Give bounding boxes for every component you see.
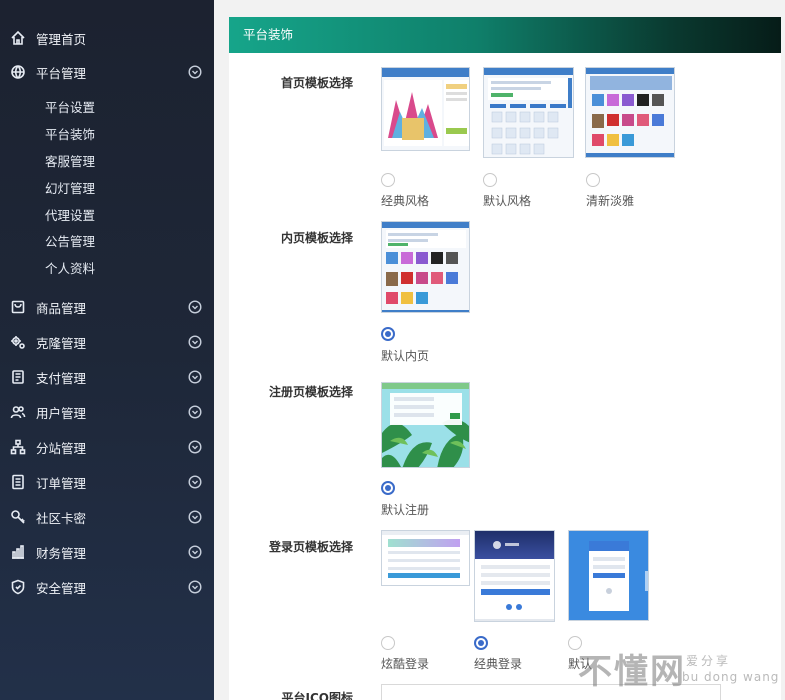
users-icon xyxy=(9,403,27,421)
sidebar-item-label: 分站管理 xyxy=(36,440,87,456)
home-template-classic-thumb[interactable] xyxy=(381,67,470,151)
radio-register-default[interactable] xyxy=(381,481,395,495)
gears-icon xyxy=(9,333,27,351)
sidebar-item-label: 社区卡密 xyxy=(36,510,87,526)
watermark-main: 不懂网 xyxy=(578,652,686,692)
register-template-default-thumb[interactable] xyxy=(381,382,470,468)
chevron-down-icon[interactable] xyxy=(188,580,202,594)
home-template-label: 首页模板选择 xyxy=(280,76,353,90)
sidebar-subitem-platform-settings[interactable]: 平台设置 xyxy=(45,99,95,117)
globe-icon xyxy=(9,63,27,81)
chevron-down-icon[interactable] xyxy=(188,545,202,559)
home-icon xyxy=(9,29,27,47)
sidebar-item-home[interactable]: 管理首页 xyxy=(0,24,214,52)
chevron-down-icon[interactable] xyxy=(188,440,202,454)
sidebar-item-label: 商品管理 xyxy=(36,300,87,316)
sidebar-item-products[interactable]: 商品管理 xyxy=(0,293,214,321)
chevron-down-icon[interactable] xyxy=(188,475,202,489)
sidebar-item-community-keys[interactable]: 社区卡密 xyxy=(0,503,214,531)
sidebar-item-substations[interactable]: 分站管理 xyxy=(0,433,214,461)
radio-login-cool[interactable] xyxy=(381,636,395,650)
key-icon xyxy=(9,508,27,526)
home-template-default-thumb[interactable] xyxy=(483,67,574,158)
option-label: 经典登录 xyxy=(474,657,523,671)
sidebar-item-label: 订单管理 xyxy=(36,475,87,491)
inner-template-default-thumb[interactable] xyxy=(381,221,470,313)
sidebar-item-label: 克隆管理 xyxy=(36,335,87,351)
option-label: 默认注册 xyxy=(381,503,430,517)
sidebar-item-platform[interactable]: 平台管理 xyxy=(0,58,214,86)
sidebar-item-label: 平台管理 xyxy=(36,65,87,81)
home-template-fresh-thumb[interactable] xyxy=(585,67,675,158)
option-label: 默认风格 xyxy=(483,194,532,208)
sidebar-item-label: 财务管理 xyxy=(36,545,87,561)
sitemap-icon xyxy=(9,438,27,456)
sidebar-subitem-agent-settings[interactable]: 代理设置 xyxy=(45,207,95,225)
bar-chart-icon xyxy=(9,543,27,561)
sidebar-item-finance[interactable]: 财务管理 xyxy=(0,538,214,566)
panel-title: 平台装饰 xyxy=(229,17,781,53)
chevron-down-icon[interactable] xyxy=(188,65,202,79)
register-template-label: 注册页模板选择 xyxy=(268,385,353,399)
chevron-down-icon[interactable] xyxy=(188,300,202,314)
login-template-default-thumb[interactable] xyxy=(568,530,649,621)
receipt-icon xyxy=(9,368,27,386)
sidebar: 管理首页 平台管理 平台设置 平台装饰 客服管理 幻灯管理 代理设置 公告管理 … xyxy=(0,0,214,700)
chevron-down-icon[interactable] xyxy=(188,335,202,349)
bag-icon xyxy=(9,298,27,316)
chevron-down-icon[interactable] xyxy=(188,405,202,419)
radio-login-classic[interactable] xyxy=(474,636,488,650)
sidebar-subitem-profile[interactable]: 个人资料 xyxy=(45,260,95,278)
login-template-label: 登录页模板选择 xyxy=(268,540,353,554)
sidebar-item-label: 用户管理 xyxy=(36,405,87,421)
sidebar-item-clone[interactable]: 克隆管理 xyxy=(0,328,214,356)
ico-label: 平台ICO图标 xyxy=(281,691,353,700)
radio-home-default[interactable] xyxy=(483,173,497,187)
radio-inner-default[interactable] xyxy=(381,327,395,341)
watermark: 不懂网 爱分享 bu dong wang xyxy=(578,644,783,700)
watermark-en: bu dong wang xyxy=(682,670,780,684)
option-label: 炫酷登录 xyxy=(381,657,430,671)
sidebar-item-users[interactable]: 用户管理 xyxy=(0,398,214,426)
option-label: 清新淡雅 xyxy=(586,194,635,208)
option-label: 默认内页 xyxy=(381,349,430,363)
sidebar-subitem-platform-decoration[interactable]: 平台装饰 xyxy=(45,126,95,144)
sidebar-item-payment[interactable]: 支付管理 xyxy=(0,363,214,391)
sidebar-subitem-slideshow[interactable]: 幻灯管理 xyxy=(45,180,95,198)
sidebar-subitem-announcements[interactable]: 公告管理 xyxy=(45,233,95,251)
watermark-cn: 爱分享 xyxy=(686,654,732,668)
sidebar-item-label: 安全管理 xyxy=(36,580,87,596)
login-template-classic-thumb[interactable] xyxy=(474,530,555,622)
chevron-down-icon[interactable] xyxy=(188,370,202,384)
sidebar-item-security[interactable]: 安全管理 xyxy=(0,573,214,601)
radio-home-classic[interactable] xyxy=(381,173,395,187)
login-template-cool-thumb[interactable] xyxy=(381,530,470,586)
document-icon xyxy=(9,473,27,491)
sidebar-subitem-customer-service[interactable]: 客服管理 xyxy=(45,153,95,171)
inner-template-label: 内页模板选择 xyxy=(280,231,353,245)
sidebar-item-orders[interactable]: 订单管理 xyxy=(0,468,214,496)
shield-icon xyxy=(9,578,27,596)
chevron-down-icon[interactable] xyxy=(188,510,202,524)
sidebar-item-label: 支付管理 xyxy=(36,370,87,386)
sidebar-item-label: 管理首页 xyxy=(36,31,87,47)
radio-home-fresh[interactable] xyxy=(586,173,600,187)
option-label: 经典风格 xyxy=(381,194,430,208)
